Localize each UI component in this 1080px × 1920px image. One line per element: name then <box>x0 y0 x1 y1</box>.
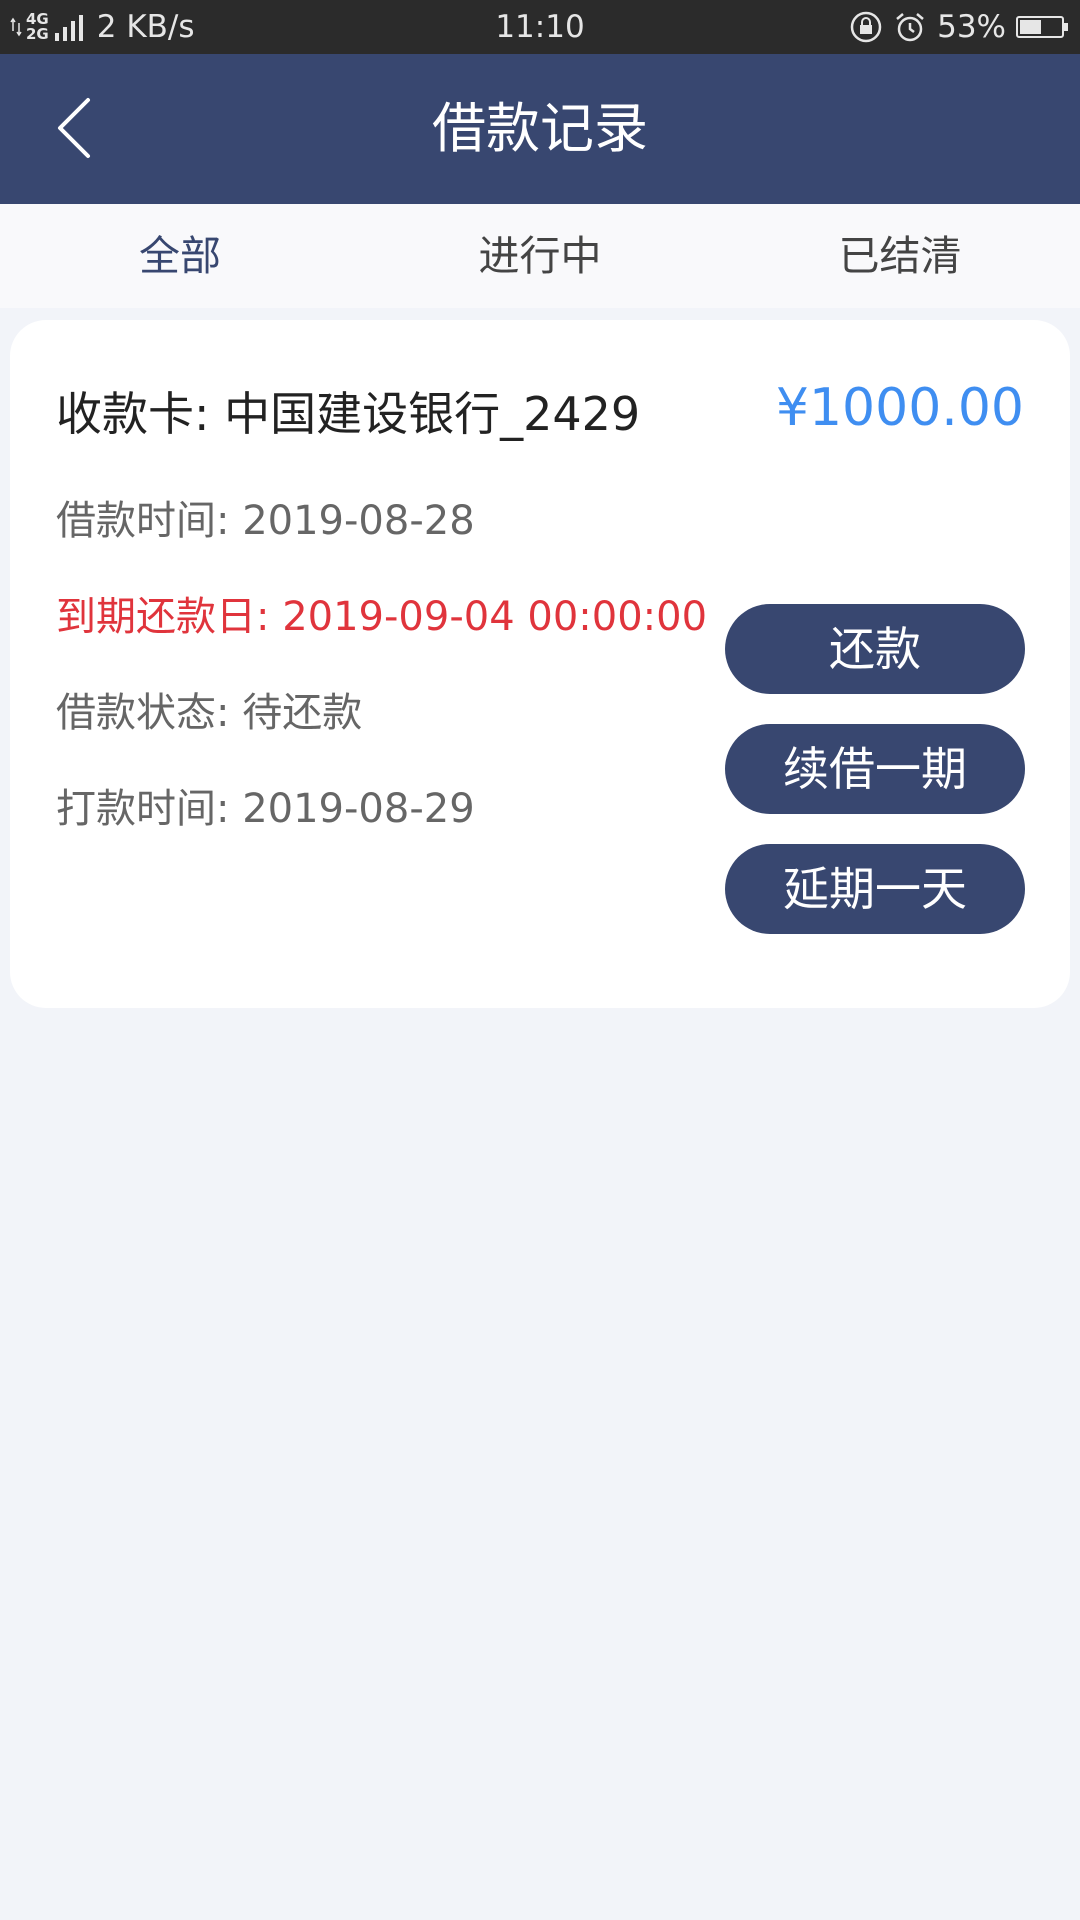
repay-button[interactable]: 还款 <box>725 604 1025 694</box>
tab-settled[interactable]: 已结清 <box>720 204 1080 308</box>
loan-amount: ¥1000.00 <box>775 378 1024 438</box>
loan-status: 借款状态: 待还款 <box>56 690 363 736</box>
battery-percent: 53% <box>937 9 1006 45</box>
tab-all[interactable]: 全部 <box>0 204 360 308</box>
battery-fill <box>1020 20 1041 34</box>
loan-time: 借款时间: 2019-08-28 <box>56 498 475 544</box>
renew-button[interactable]: 续借一期 <box>725 724 1025 814</box>
status-bar: 4G 2G 2 KB/s 11:10 53% <box>0 0 1080 54</box>
alarm-icon <box>893 10 927 44</box>
loan-record-card: 收款卡: 中国建设银行_2429 ¥1000.00 借款时间: 2019-08-… <box>10 320 1070 1008</box>
due-date: 到期还款日: 2019-09-04 00:00:00 <box>56 594 708 640</box>
payout-time: 打款时间: 2019-08-29 <box>56 786 475 832</box>
receiving-card-label: 收款卡: 中国建设银行_2429 <box>56 387 641 441</box>
battery-icon <box>1016 16 1068 38</box>
extend-button[interactable]: 延期一天 <box>725 844 1025 934</box>
tab-in-progress[interactable]: 进行中 <box>360 204 720 308</box>
app-header: 借款记录 <box>0 54 1080 204</box>
tab-bar: 全部 进行中 已结清 <box>0 204 1080 308</box>
status-right: 53% <box>839 0 1068 54</box>
page-title: 借款记录 <box>432 97 648 160</box>
rotation-lock-icon <box>849 10 883 44</box>
